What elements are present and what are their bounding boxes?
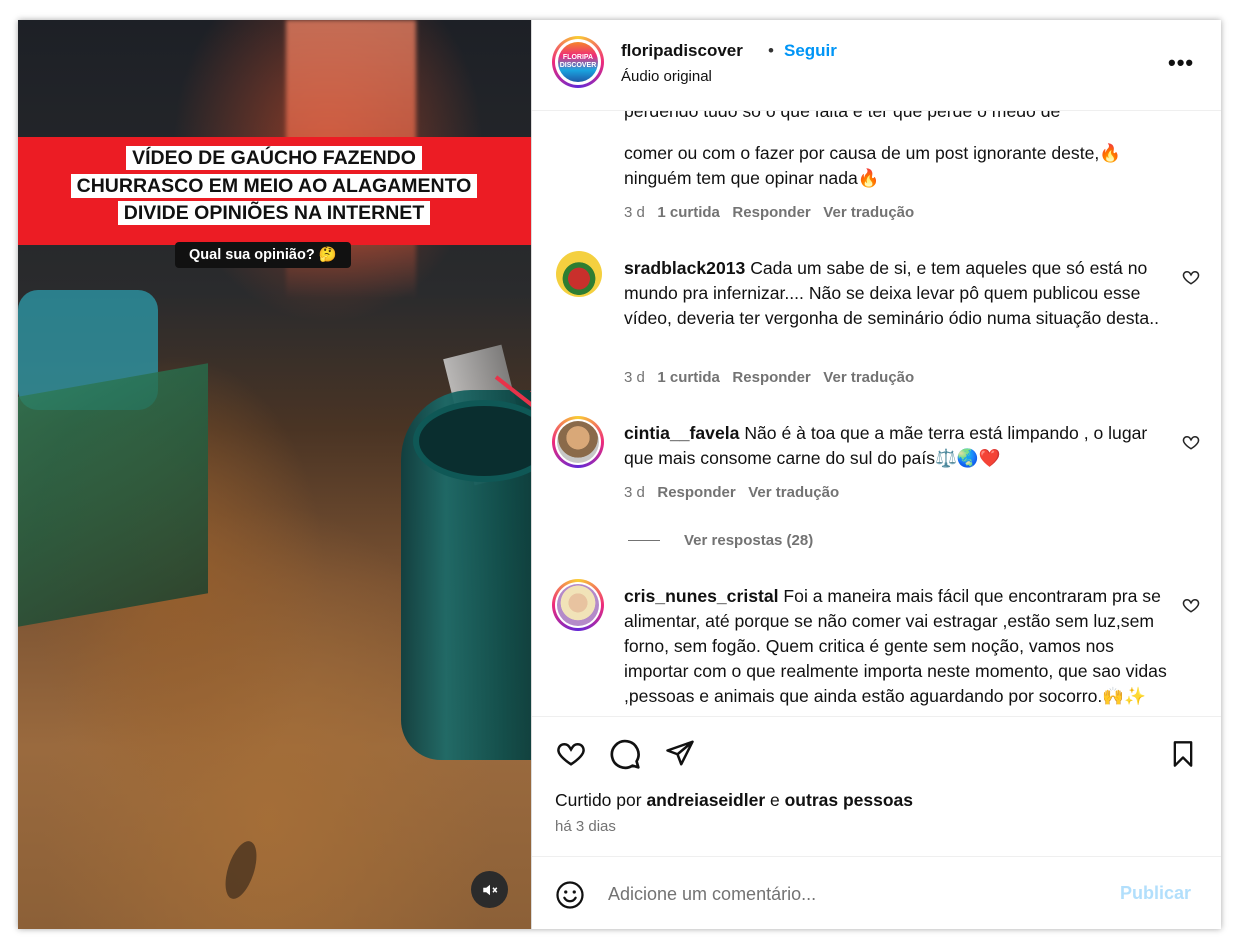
liked-and: e: [770, 790, 780, 810]
post-modal: VÍDEO DE GAÚCHO FAZENDO CHURRASCO EM MEI…: [18, 20, 1221, 929]
post-timestamp[interactable]: há 3 dias: [555, 818, 616, 835]
translate-button[interactable]: Ver tradução: [748, 484, 839, 501]
comment-body: sradblack2013 Cada um sabe de si, e tem …: [624, 256, 1169, 331]
view-replies-button[interactable]: Ver respostas (28): [684, 532, 813, 549]
video-headline: VÍDEO DE GAÚCHO FAZENDO CHURRASCO EM MEI…: [62, 145, 486, 228]
like-comment-heart-icon[interactable]: [1182, 596, 1200, 614]
video-scene-spot: [219, 837, 263, 903]
logo-text-line2: DISCOVER: [559, 62, 597, 69]
comment-likes[interactable]: 1 curtida: [657, 204, 720, 221]
like-comment-heart-icon[interactable]: [1182, 433, 1200, 451]
liked-by-line: Curtido por andreiaseidler e outras pess…: [555, 790, 913, 811]
more-options-button[interactable]: •••: [1168, 50, 1194, 76]
like-comment-heart-icon[interactable]: [1182, 268, 1200, 286]
comment-likes[interactable]: 1 curtida: [657, 369, 720, 386]
comment-time: 3 d: [624, 369, 645, 386]
follow-button[interactable]: Seguir: [784, 41, 837, 61]
video-scene-crate: [18, 363, 208, 627]
floripa-logo: FLORIPA DISCOVER: [558, 42, 598, 82]
post-header: FLORIPA DISCOVER floripadiscover • Segui…: [532, 20, 1221, 111]
comment-bubble-icon[interactable]: [609, 738, 641, 770]
comment-username[interactable]: cris_nunes_cristal: [624, 586, 779, 606]
post-actions: Curtido por andreiaseidler e outras pess…: [532, 716, 1221, 847]
thinking-emoji: 🤔: [318, 247, 337, 263]
author-avatar[interactable]: FLORIPA DISCOVER: [552, 36, 604, 88]
comment-body: cintia__favela Não é à toa que a mãe ter…: [624, 421, 1169, 471]
comment-meta: 3 d Responder Ver tradução: [624, 484, 839, 501]
video-player[interactable]: VÍDEO DE GAÚCHO FAZENDO CHURRASCO EM MEI…: [18, 20, 531, 929]
commenter-avatar[interactable]: [552, 579, 604, 631]
reply-button[interactable]: Responder: [657, 484, 735, 501]
headline-line: CHURRASCO EM MEIO AO ALAGAMENTO: [70, 173, 478, 198]
comments-list[interactable]: perdendo tudo só o que falta é ter que p…: [532, 110, 1221, 716]
mute-button[interactable]: [471, 871, 508, 908]
post-panel: FLORIPA DISCOVER floripadiscover • Segui…: [531, 20, 1221, 929]
liked-others-link[interactable]: outras pessoas: [785, 790, 913, 810]
headline-line: VÍDEO DE GAÚCHO FAZENDO: [126, 146, 422, 170]
save-bookmark-icon[interactable]: [1169, 738, 1197, 770]
speaker-muted-icon: [482, 884, 497, 895]
commenter-avatar[interactable]: [552, 416, 604, 468]
logo-text-line1: FLORIPA: [562, 54, 594, 61]
liked-user-link[interactable]: andreiaseidler: [646, 790, 765, 810]
separator-dot: •: [768, 41, 774, 60]
headline-line: DIVIDE OPINIÕES NA INTERNET: [117, 201, 431, 225]
publish-button[interactable]: Publicar: [1120, 883, 1191, 904]
replies-divider: [628, 540, 660, 541]
question-text: Qual sua opinião?: [189, 247, 315, 263]
partial-comment-text: comer ou com o fazer por causa de um pos…: [624, 143, 1122, 188]
like-heart-icon[interactable]: [555, 738, 587, 768]
commenter-avatar[interactable]: [556, 251, 608, 303]
reply-button[interactable]: Responder: [732, 369, 810, 386]
audio-link[interactable]: Áudio original: [621, 68, 712, 85]
translate-button[interactable]: Ver tradução: [823, 204, 914, 221]
comment-username[interactable]: sradblack2013: [624, 258, 745, 278]
share-paper-plane-icon[interactable]: [664, 738, 696, 768]
comment-input[interactable]: [608, 879, 1088, 909]
reply-button[interactable]: Responder: [732, 204, 810, 221]
author-username[interactable]: floripadiscover: [621, 41, 743, 61]
partial-comment-meta: 3 d 1 curtida Responder Ver tradução: [624, 204, 914, 221]
liked-prefix: Curtido por: [555, 790, 642, 810]
comment-meta: 3 d 1 curtida Responder Ver tradução: [624, 369, 914, 386]
emoji-smiley-icon[interactable]: [555, 880, 585, 910]
comment-time: 3 d: [624, 484, 645, 501]
partial-comment-clipped-line: perdendo tudo só o que falta é ter que p…: [624, 110, 1061, 121]
comment-body: cris_nunes_cristal Foi a maneira mais fá…: [624, 584, 1169, 709]
question-pill: Qual sua opinião? 🤔: [175, 242, 351, 268]
comment-composer: Publicar: [532, 856, 1221, 929]
comment-time: 3 d: [624, 204, 645, 221]
translate-button[interactable]: Ver tradução: [823, 369, 914, 386]
comment-username[interactable]: cintia__favela: [624, 423, 739, 443]
